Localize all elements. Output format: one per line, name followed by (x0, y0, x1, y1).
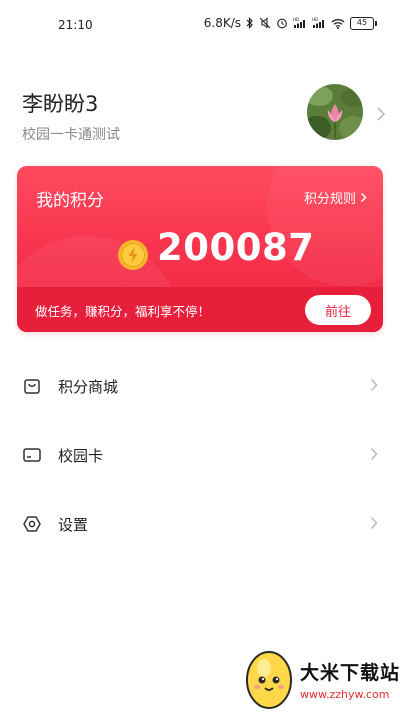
profile-chevron-right-icon[interactable] (376, 106, 386, 126)
points-rules-label: 积分规则 (303, 192, 356, 207)
menu-item-points-mall[interactable]: 积分商城 (0, 358, 400, 414)
points-value: 200087 (157, 226, 315, 269)
watermark: 大米下载站 www.zzhyw.com (232, 646, 400, 711)
go-button[interactable]: 前往 (305, 295, 371, 325)
points-card-footer: 做任务，赚积分，福利享不停！ 前往 (17, 287, 383, 332)
settings-hex-icon (22, 514, 42, 534)
chevron-right-icon (370, 377, 378, 396)
mute-icon (259, 17, 271, 29)
mascot-logo-icon (240, 646, 298, 714)
profile-subtitle: 校园一卡通测试 (22, 127, 120, 143)
net-speed: 6.8K/s (203, 16, 241, 30)
menu-label-points-mall: 积分商城 (58, 377, 119, 396)
profile-name: 李盼盼3 (22, 92, 99, 116)
signal-tag-2: HD (312, 17, 318, 22)
wifi-icon (331, 18, 345, 29)
points-card-title: 我的积分 (36, 191, 104, 211)
avatar[interactable] (307, 84, 363, 140)
alarm-icon (276, 17, 288, 29)
watermark-url: www.zzhyw.com (300, 688, 390, 701)
coin-icon (117, 239, 149, 275)
rules-chevron-right-icon (360, 192, 367, 203)
signal-icon-1: HD (293, 17, 307, 29)
bluetooth-icon (246, 17, 254, 29)
menu-item-campus-card[interactable]: 校园卡 (0, 427, 400, 483)
points-rules-link[interactable]: 积分规则 (304, 188, 367, 207)
status-icons: 6.8K/s HD HD 45 (203, 16, 377, 30)
points-slogan: 做任务，赚积分，福利享不停！ (35, 304, 211, 319)
battery-icon: 45 (350, 16, 377, 30)
status-time: 21:10 (58, 18, 93, 32)
menu-item-settings[interactable]: 设置 (0, 496, 400, 552)
menu-label-campus-card: 校园卡 (58, 446, 104, 465)
card-icon (22, 445, 42, 465)
chevron-right-icon (370, 515, 378, 534)
menu-label-settings: 设置 (58, 515, 89, 534)
status-bar: 21:10 6.8K/s HD HD 45 (0, 0, 400, 52)
shopping-bag-icon (22, 376, 42, 396)
watermark-title: 大米下载站 (300, 662, 400, 684)
chevron-right-icon (370, 446, 378, 465)
signal-icon-2: HD (312, 17, 326, 29)
signal-tag-1: HD (293, 17, 299, 22)
